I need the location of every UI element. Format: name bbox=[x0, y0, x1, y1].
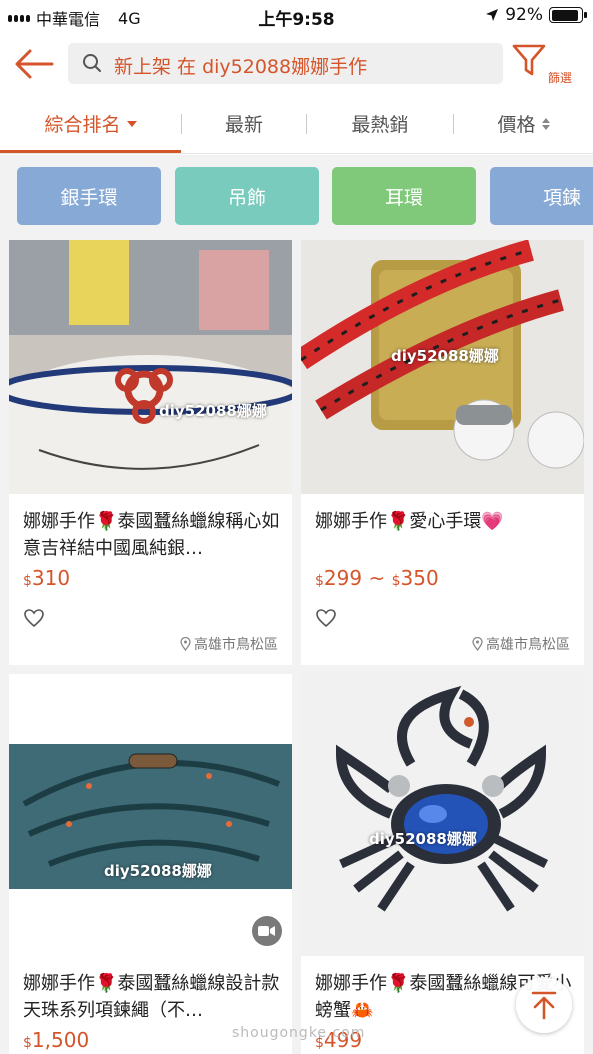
tab-label: 價格 bbox=[497, 114, 536, 136]
battery-percent: 92% bbox=[505, 5, 543, 25]
status-bar: 中華電信 4G 上午9:58 92% bbox=[0, 0, 593, 32]
filter-button[interactable]: 篩選 bbox=[510, 40, 582, 90]
heart-icon[interactable] bbox=[23, 608, 45, 628]
product-image[interactable]: diy52088娜娜 bbox=[301, 240, 584, 494]
video-camera-icon bbox=[252, 916, 282, 946]
tab-label: 綜合排名 bbox=[44, 114, 121, 136]
price-value: 299 bbox=[323, 566, 363, 590]
price-separator: ~ bbox=[362, 566, 392, 590]
status-right: 92% bbox=[485, 5, 587, 25]
location-pin-icon bbox=[180, 637, 191, 651]
scroll-to-top-button[interactable] bbox=[516, 977, 572, 1033]
search-query-text: 新上架 在 diy52088娜娜手作 bbox=[114, 56, 368, 78]
site-watermark: shougongke.com bbox=[232, 1025, 366, 1041]
bracelet-photo bbox=[301, 240, 584, 494]
category-chip-earrings[interactable]: 耳環 bbox=[332, 167, 476, 225]
active-tab-indicator bbox=[0, 150, 181, 153]
currency-symbol: $ bbox=[23, 1035, 32, 1051]
search-icon bbox=[83, 54, 101, 72]
product-title: 娜娜手作🌹泰國蠶絲蠟線設計款天珠系列項鍊繩（不… bbox=[23, 973, 280, 1021]
currency-symbol: $ bbox=[391, 573, 401, 589]
product-title: 娜娜手作🌹泰國蠶絲蠟線稱心如意吉祥結中國風純銀… bbox=[23, 511, 280, 559]
location-text: 高雄市鳥松區 bbox=[486, 637, 570, 653]
search-header: 新上架 在 diy52088娜娜手作 篩選 bbox=[0, 32, 593, 94]
sort-updown-icon bbox=[541, 117, 550, 130]
battery-icon bbox=[549, 7, 587, 23]
product-location: 高雄市鳥松區 bbox=[180, 634, 278, 654]
crab-photo bbox=[301, 674, 584, 956]
bracelet-photo bbox=[9, 240, 292, 494]
tab-price[interactable]: 價格 bbox=[454, 94, 593, 153]
tab-label: 最新 bbox=[224, 114, 263, 136]
price-value: 1,500 bbox=[31, 1028, 90, 1052]
image-watermark: diy52088娜娜 bbox=[391, 347, 499, 365]
location-arrow-icon bbox=[486, 9, 499, 21]
category-chip-silver-bracelet[interactable]: 銀手環 bbox=[17, 167, 161, 225]
tab-newest[interactable]: 最新 bbox=[182, 94, 306, 153]
location-pin-icon bbox=[472, 637, 483, 651]
funnel-icon bbox=[512, 44, 546, 76]
product-price: $1,500 bbox=[23, 1028, 89, 1052]
product-price: $310 bbox=[23, 566, 70, 590]
product-location: 高雄市鳥松區 bbox=[472, 634, 570, 654]
currency-symbol: $ bbox=[23, 573, 32, 589]
product-card[interactable]: diy52088娜娜 娜娜手作🌹泰國蠶絲蠟線稱心如意吉祥結中國風純銀… $310… bbox=[9, 240, 292, 665]
arrow-left-icon bbox=[15, 49, 54, 79]
product-card[interactable]: diy52088娜娜 娜娜手作🌹泰國蠶絲蠟線設計款天珠系列項鍊繩（不… $1,5… bbox=[9, 674, 292, 1054]
back-button[interactable] bbox=[12, 46, 56, 82]
necklace-photo bbox=[9, 674, 292, 956]
filter-label: 篩選 bbox=[548, 71, 573, 85]
product-image[interactable]: diy52088娜娜 bbox=[9, 674, 292, 956]
category-chip-pendant[interactable]: 吊飾 bbox=[175, 167, 319, 225]
currency-symbol: $ bbox=[315, 573, 324, 589]
sort-tabs: 綜合排名 最新 最熱銷 價格 bbox=[0, 94, 593, 154]
heart-icon[interactable] bbox=[315, 608, 337, 628]
image-watermark: diy52088娜娜 bbox=[104, 862, 212, 880]
product-image[interactable]: diy52088娜娜 bbox=[301, 674, 584, 956]
product-grid: diy52088娜娜 娜娜手作🌹泰國蠶絲蠟線稱心如意吉祥結中國風純銀… $310… bbox=[0, 240, 593, 1054]
location-text: 高雄市鳥松區 bbox=[194, 637, 278, 653]
price-max-value: 350 bbox=[400, 566, 439, 590]
category-chips: 銀手環 吊飾 耳環 項鍊 bbox=[0, 155, 593, 240]
image-watermark: diy52088娜娜 bbox=[369, 830, 477, 848]
tab-label: 最熱銷 bbox=[351, 114, 409, 136]
image-watermark: diy52088娜娜 bbox=[159, 402, 267, 420]
product-image[interactable]: diy52088娜娜 bbox=[9, 240, 292, 494]
tab-overall-ranking[interactable]: 綜合排名 bbox=[0, 94, 181, 153]
search-input[interactable]: 新上架 在 diy52088娜娜手作 bbox=[68, 43, 503, 84]
category-chip-necklace[interactable]: 項鍊 bbox=[490, 167, 593, 225]
tab-best-selling[interactable]: 最熱銷 bbox=[307, 94, 453, 153]
product-price: $299 ~ $350 bbox=[315, 566, 439, 590]
price-value: 310 bbox=[31, 566, 71, 590]
product-card[interactable]: diy52088娜娜 娜娜手作🌹愛心手環💗 $299 ~ $350 高雄市鳥松區 bbox=[301, 240, 584, 665]
product-title: 娜娜手作🌹愛心手環💗 bbox=[315, 511, 504, 532]
caret-down-icon bbox=[126, 120, 137, 127]
arrow-up-icon bbox=[531, 991, 557, 1020]
